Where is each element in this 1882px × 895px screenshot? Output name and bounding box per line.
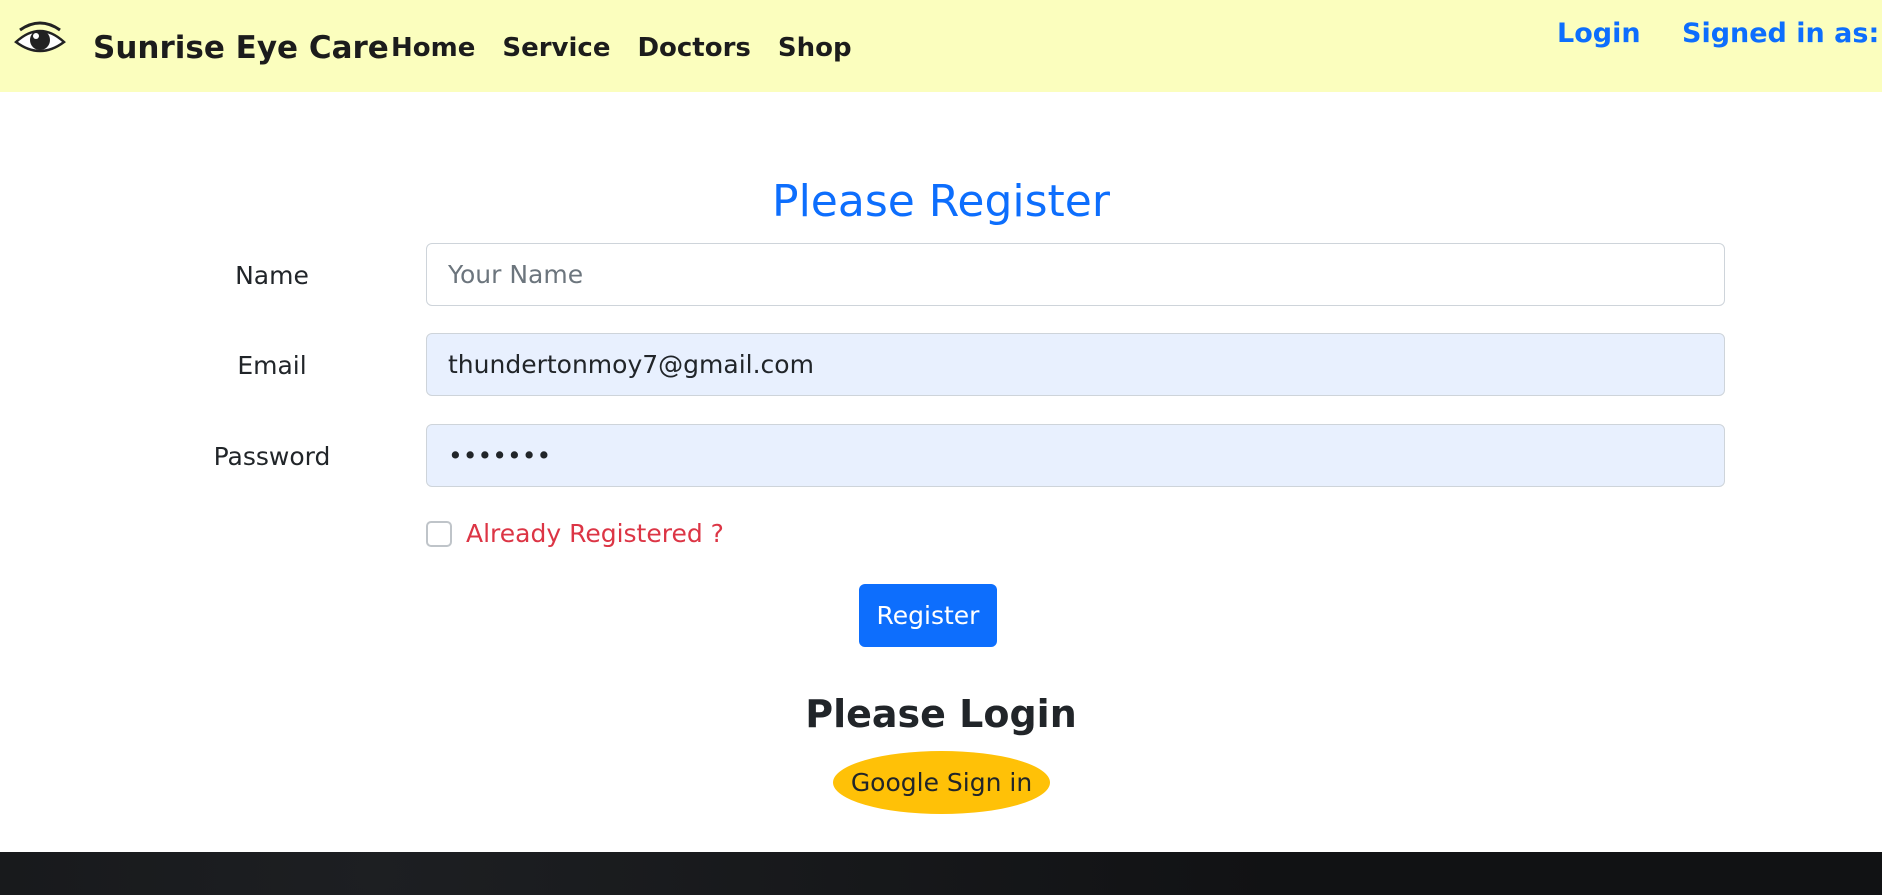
google-sign-in-button[interactable]: Google Sign in [833,751,1050,814]
nav-link-service[interactable]: Service [502,28,610,68]
footer [0,852,1882,895]
page-title: Please Register [772,176,1110,227]
password-label: Password [213,442,331,471]
login-link[interactable]: Login [1557,14,1641,54]
email-label: Email [237,351,307,380]
main-nav: Home Service Doctors Shop [391,28,879,68]
email-input[interactable] [426,333,1725,396]
brand-name[interactable]: Sunrise Eye Care [93,28,389,68]
nav-link-shop[interactable]: Shop [778,28,852,68]
register-button[interactable]: Register [859,584,997,647]
password-input[interactable] [426,424,1725,487]
name-label: Name [235,261,309,290]
navbar: Sunrise Eye Care Home Service Doctors Sh… [0,0,1882,92]
nav-link-home[interactable]: Home [391,28,475,68]
already-registered-checkbox[interactable] [426,521,452,547]
nav-link-doctors[interactable]: Doctors [637,28,750,68]
already-registered-label[interactable]: Already Registered ? [466,516,724,552]
login-heading: Please Login [805,692,1077,736]
eye-icon[interactable] [14,18,66,62]
signed-in-status: Signed in as: [1682,18,1880,49]
name-input[interactable] [426,243,1725,306]
